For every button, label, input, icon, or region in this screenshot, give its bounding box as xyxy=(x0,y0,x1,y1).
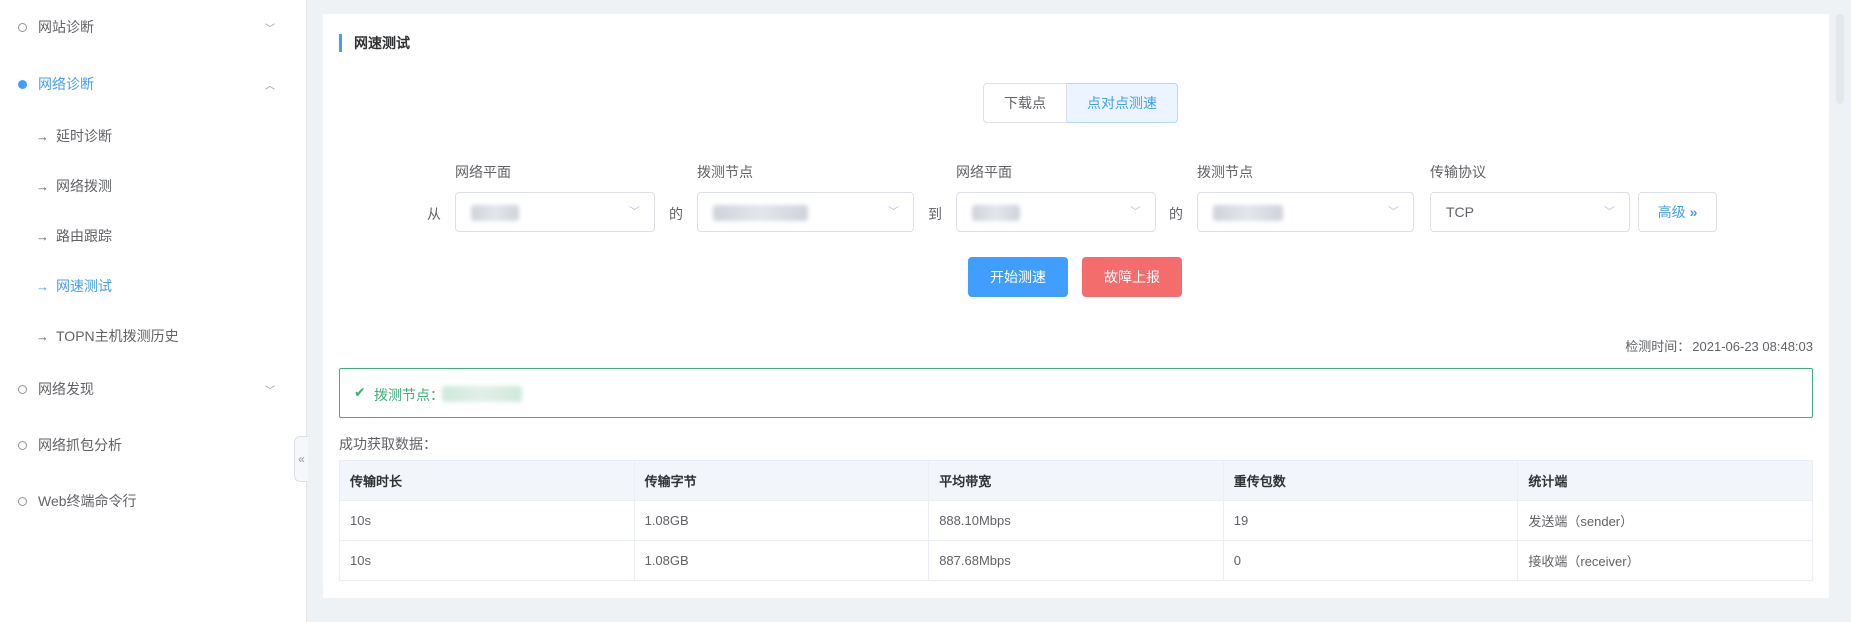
sidebar-collapse-handle[interactable]: « xyxy=(294,436,308,482)
chevron-down-icon: ﹀ xyxy=(1130,206,1141,218)
sub-item-speed-test[interactable]: → 网速测试 xyxy=(0,268,307,304)
mode-p2p-button[interactable]: 点对点测速 xyxy=(1067,83,1178,123)
label-protocol: 传输协议 xyxy=(1430,164,1486,180)
sub-item-topn-history[interactable]: → TOPN主机拨测历史 xyxy=(0,318,307,354)
circle-icon xyxy=(18,384,27,394)
table-row: 10s 1.08GB 888.10Mbps 19 发送端（sender） xyxy=(339,500,1813,541)
cell: 887.68Mbps xyxy=(928,540,1224,581)
redacted-value xyxy=(442,386,522,402)
menu-item-network-diagnosis[interactable]: 网络诊断 ︿ xyxy=(0,64,307,104)
arrow-right-icon: → xyxy=(36,328,49,344)
arrow-right-icon: → xyxy=(36,128,49,144)
label-plane-to: 网络平面 xyxy=(956,164,1012,180)
menu-item-label: 网站诊断 xyxy=(38,19,94,35)
cell: 接收端（receiver） xyxy=(1517,540,1813,581)
circle-icon xyxy=(18,79,27,89)
advanced-button[interactable]: 高级 » xyxy=(1638,192,1717,232)
label-plane-from: 网络平面 xyxy=(455,164,511,180)
double-chevron-right-icon: » xyxy=(1689,204,1698,220)
col-endpoint: 统计端 xyxy=(1517,460,1813,501)
node-to-select[interactable]: ﹀ xyxy=(1197,192,1414,232)
menu-item-label: Web终端命令行 xyxy=(38,493,137,509)
result-banner: ✔ 拨测节点： xyxy=(339,368,1813,418)
advanced-label: 高级 xyxy=(1657,204,1686,220)
redacted-value xyxy=(713,205,808,221)
start-test-button[interactable]: 开始测速 xyxy=(968,257,1068,297)
arrow-right-icon: → xyxy=(36,228,49,244)
cell: 19 xyxy=(1222,500,1519,541)
cell: 1.08GB xyxy=(633,540,930,581)
chevron-down-icon: ﹀ xyxy=(265,385,275,397)
redacted-value xyxy=(972,205,1020,221)
joiner-from: 从 xyxy=(427,206,441,222)
sub-item-label: 网速测试 xyxy=(56,278,112,294)
sub-item-latency-diagnosis[interactable]: → 延时诊断 xyxy=(0,118,307,154)
label-node-from: 拨测节点 xyxy=(697,164,753,180)
plane-to-select[interactable]: ﹀ xyxy=(956,192,1156,232)
check-time-value: 2021-06-23 08:48:03 xyxy=(1692,339,1813,354)
table-caption: 成功获取数据： xyxy=(339,436,437,452)
col-retransmits: 重传包数 xyxy=(1222,460,1519,501)
col-duration: 传输时长 xyxy=(339,460,635,501)
plane-from-select[interactable]: ﹀ xyxy=(455,192,655,232)
table-header-row: 传输时长 传输字节 平均带宽 重传包数 统计端 xyxy=(339,460,1813,501)
col-bandwidth: 平均带宽 xyxy=(928,460,1224,501)
circle-icon xyxy=(18,496,27,506)
chevron-down-icon: ﹀ xyxy=(265,23,275,35)
check-time: 检测时间： 2021-06-23 08:48:03 xyxy=(1625,336,1813,355)
sub-item-route-trace[interactable]: → 路由跟踪 xyxy=(0,218,307,254)
joiner-of-1: 的 xyxy=(669,206,683,222)
protocol-select[interactable]: TCP ﹀ xyxy=(1430,192,1630,232)
cell: 10s xyxy=(339,500,635,541)
cell: 1.08GB xyxy=(633,500,930,541)
col-bytes: 传输字节 xyxy=(633,460,930,501)
sub-item-label: TOPN主机拨测历史 xyxy=(56,328,179,344)
sub-item-label: 延时诊断 xyxy=(56,128,112,144)
node-from-select[interactable]: ﹀ xyxy=(697,192,914,232)
cell: 888.10Mbps xyxy=(928,500,1224,541)
sub-item-label: 网络拨测 xyxy=(56,178,112,194)
speed-result-table: 传输时长 传输字节 平均带宽 重传包数 统计端 10s 1.08GB 888.1… xyxy=(339,460,1813,581)
chevron-up-icon: ︿ xyxy=(265,80,275,92)
fault-report-button[interactable]: 故障上报 xyxy=(1082,257,1182,297)
protocol-value: TCP xyxy=(1446,204,1474,220)
check-time-label: 检测时间： xyxy=(1625,339,1691,354)
joiner-of-2: 的 xyxy=(1169,206,1183,222)
table-row: 10s 1.08GB 887.68Mbps 0 接收端（receiver） xyxy=(339,540,1813,581)
circle-icon xyxy=(18,22,27,32)
menu-item-label: 网络抓包分析 xyxy=(38,437,122,453)
result-node-label: 拨测节点： xyxy=(374,387,444,403)
chevron-down-icon: ﹀ xyxy=(629,206,640,218)
joiner-to: 到 xyxy=(928,206,942,222)
cell: 0 xyxy=(1222,540,1519,581)
sub-item-label: 路由跟踪 xyxy=(56,228,112,244)
sub-item-network-probe[interactable]: → 网络拨测 xyxy=(0,168,307,204)
arrow-right-icon: → xyxy=(36,178,49,194)
label-node-to: 拨测节点 xyxy=(1197,164,1253,180)
arrow-right-icon: → xyxy=(36,278,49,294)
menu-item-label: 网络诊断 xyxy=(38,76,94,92)
menu-item-packet-capture[interactable]: 网络抓包分析 xyxy=(0,425,307,465)
menu-item-label: 网络发现 xyxy=(38,381,94,397)
redacted-value xyxy=(471,205,519,221)
menu-item-web-terminal[interactable]: Web终端命令行 xyxy=(0,481,307,521)
menu-item-website-diagnosis[interactable]: 网站诊断 ﹀ xyxy=(0,7,307,47)
speed-test-panel: 网速测试 下载点 点对点测速 网络平面 拨测节点 网络平面 拨测节点 传输协议 … xyxy=(323,14,1829,598)
circle-icon xyxy=(18,440,27,450)
check-icon: ✔ xyxy=(354,384,366,400)
sidebar: 网站诊断 ﹀ 网络诊断 ︿ → 延时诊断 → 网络拨测 → 路由跟踪 → 网速测… xyxy=(0,0,307,622)
chevron-down-icon: ﹀ xyxy=(1604,206,1615,218)
chevron-down-icon: ﹀ xyxy=(888,206,899,218)
scrollbar[interactable] xyxy=(1836,14,1844,104)
section-title: 网速测试 xyxy=(339,34,410,52)
cell: 发送端（sender） xyxy=(1517,500,1813,541)
chevron-down-icon: ﹀ xyxy=(1388,206,1399,218)
mode-toggle: 下载点 点对点测速 xyxy=(983,83,1178,123)
redacted-value xyxy=(1213,205,1283,221)
cell: 10s xyxy=(339,540,635,581)
double-chevron-left-icon: « xyxy=(298,452,305,466)
menu-item-network-discovery[interactable]: 网络发现 ﹀ xyxy=(0,369,307,409)
mode-download-button[interactable]: 下载点 xyxy=(983,83,1067,123)
